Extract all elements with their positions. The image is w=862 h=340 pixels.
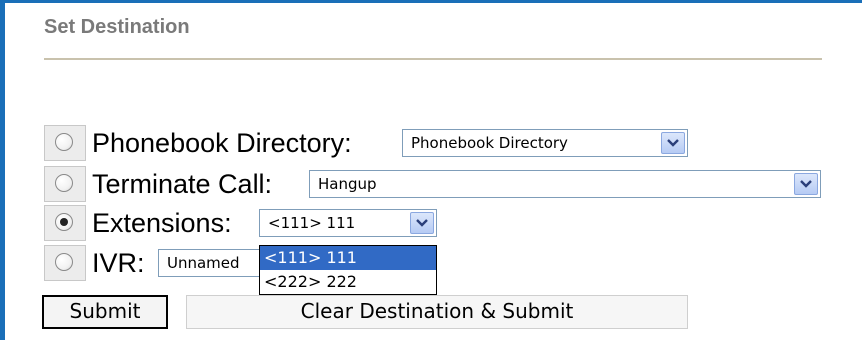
label-ivr: IVR: (92, 248, 145, 278)
radio-cell-phonebook (44, 125, 86, 161)
radio-checked-dot (60, 218, 68, 226)
select-terminate-value: Hangup (318, 175, 377, 193)
clear-destination-submit-button[interactable]: Clear Destination & Submit (186, 295, 688, 329)
label-extensions: Extensions: (92, 208, 232, 238)
label-phonebook: Phonebook Directory: (92, 128, 352, 158)
dropdown-option[interactable]: <111> 111 (260, 246, 436, 270)
select-terminate[interactable]: Hangup (309, 170, 821, 198)
window-frame-left (0, 0, 5, 340)
radio-cell-ivr (44, 245, 86, 281)
radio-cell-terminate (44, 166, 86, 202)
radio-cell-extensions (44, 205, 86, 241)
select-ivr-value: Unnamed (167, 254, 240, 272)
window-frame-top (0, 0, 862, 3)
select-phonebook-value: Phonebook Directory (411, 134, 568, 152)
chevron-down-icon[interactable] (794, 173, 818, 195)
radio-extensions[interactable] (55, 213, 73, 231)
section-title: Set Destination (44, 16, 190, 38)
radio-phonebook[interactable] (55, 133, 73, 151)
select-phonebook[interactable]: Phonebook Directory (402, 129, 688, 157)
select-extensions[interactable]: <111> 111 (259, 209, 437, 237)
chevron-down-icon[interactable] (410, 212, 434, 234)
label-terminate: Terminate Call: (92, 169, 273, 199)
chevron-down-icon[interactable] (661, 132, 685, 154)
extensions-dropdown-list: <111> 111 <222> 222 (259, 245, 437, 295)
dropdown-option[interactable]: <222> 222 (260, 270, 436, 294)
radio-terminate[interactable] (55, 174, 73, 192)
radio-ivr[interactable] (55, 253, 73, 271)
submit-button[interactable]: Submit (42, 295, 168, 329)
select-extensions-value: <111> 111 (268, 214, 356, 232)
section-divider (44, 58, 822, 60)
